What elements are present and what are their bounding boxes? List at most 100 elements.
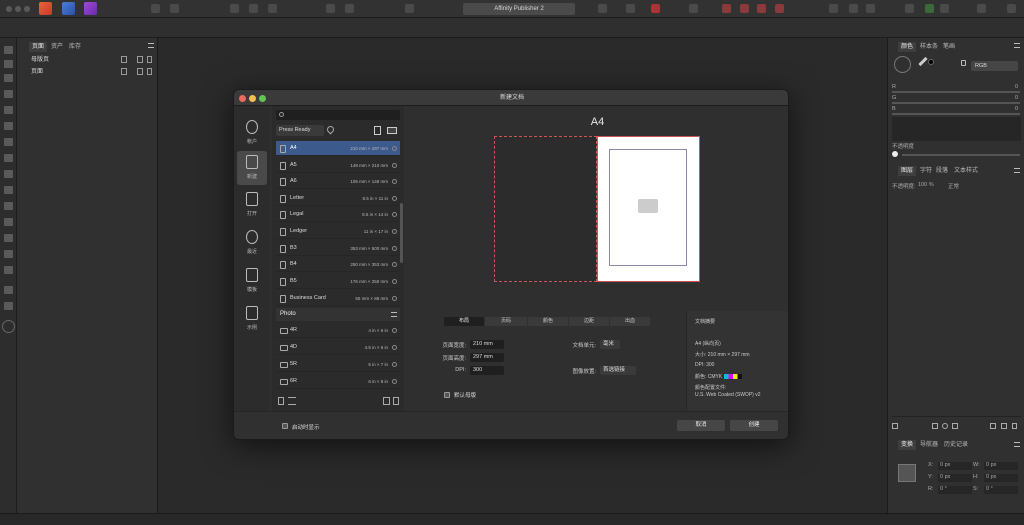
preset-item[interactable]: Legal 8.5 in × 14 in [276,207,400,222]
doc-units-select[interactable]: 毫米 [600,340,620,349]
frame-text-tool-icon[interactable] [4,74,13,82]
tab-history[interactable]: 历史记录 [941,440,971,450]
close-window-button[interactable] [6,6,12,12]
preset-item[interactable]: Ledger 11 in × 17 in [276,224,400,239]
group-icon[interactable] [990,423,996,429]
boolean-icon[interactable] [775,4,784,13]
color-spectrum[interactable] [892,117,1021,141]
tab-text-styles[interactable]: 文本样式 [951,166,981,176]
tab-layout[interactable]: 布局 [444,317,484,326]
zoom-tool-icon[interactable] [4,302,13,310]
move-tool-icon[interactable] [4,46,13,54]
heart-icon[interactable] [392,345,397,350]
toolbar-icon[interactable] [905,4,914,13]
designer-persona-icon[interactable] [62,2,75,15]
preset-item[interactable]: A5 148 mm × 210 mm [276,158,400,173]
toolbar-icon[interactable] [230,4,239,13]
toolbar-icon[interactable] [689,4,698,13]
heart-icon[interactable] [392,379,397,384]
toolbar-icon[interactable] [829,4,838,13]
opacity-knob[interactable] [892,151,898,157]
tab-color[interactable]: 颜色 [528,317,568,326]
dialog-minimize-button[interactable] [249,95,256,102]
color-picker-tool-icon[interactable] [4,266,13,274]
preset-item[interactable]: 6R 6 in × 8 in [276,374,400,389]
color-swatch[interactable] [928,59,934,65]
tab-paragraph[interactable]: 段落 [933,166,951,176]
share-icon[interactable] [383,397,390,405]
panel-menu-icon[interactable] [1014,168,1020,173]
heart-icon[interactable] [392,212,397,217]
preset-search-input[interactable] [276,110,400,120]
preset-item[interactable]: Letter 8.5 in × 11 in [276,191,400,206]
page-width-field[interactable]: 210 mm [470,340,504,349]
fill-stroke-well-icon[interactable] [894,56,911,73]
pin-icon[interactable] [326,4,335,13]
heart-icon[interactable] [392,262,397,267]
preset-item[interactable]: A4 210 mm × 297 mm [276,141,400,156]
preset-scrollbar[interactable] [400,203,403,263]
toolbar-icon[interactable] [651,4,660,13]
toolbar-icon[interactable] [598,4,607,13]
heart-icon[interactable] [392,246,397,251]
eyedropper-icon[interactable] [918,56,928,67]
hand-tool-icon[interactable] [4,286,13,294]
transform-r-field[interactable]: 0 ° [938,486,972,494]
panel-menu-icon[interactable] [148,43,154,48]
favorite-heart-icon[interactable] [325,124,336,135]
channel-b-value[interactable]: 0 [988,106,1018,112]
picture-frame-tool-icon[interactable] [4,202,13,210]
artistic-text-tool-icon[interactable] [4,106,13,114]
color-model-select[interactable]: RGB [971,61,1018,71]
channel-r-value[interactable]: 0 [988,84,1018,90]
table-tool-icon[interactable] [4,90,13,98]
nav-open[interactable]: 打开 [237,188,267,222]
create-button[interactable]: 创建 [730,420,778,431]
heart-icon[interactable] [392,196,397,201]
lock-icon[interactable] [961,60,966,66]
transform-w-field[interactable]: 0 px [984,462,1018,470]
nav-templates[interactable]: 模板 [237,264,267,298]
nav-recent[interactable]: 最近 [237,226,267,260]
settings-icon[interactable] [151,4,160,13]
blend-mode-select[interactable]: 正常 [948,182,959,190]
channel-g-slider[interactable] [892,102,1020,104]
adjustment-icon[interactable] [942,423,948,429]
group-menu-icon[interactable] [391,312,397,317]
add-layer-icon[interactable] [1001,423,1007,429]
tab-stock[interactable]: 库存 [66,42,84,52]
panel-menu-icon[interactable] [1014,43,1020,48]
tab-navigator[interactable]: 导航器 [917,440,941,450]
pencil-tool-icon[interactable] [4,138,13,146]
color-wheel-icon[interactable] [2,320,15,333]
fill-tool-icon[interactable] [4,234,13,242]
dialog-zoom-button[interactable] [259,95,266,102]
heart-icon[interactable] [392,179,397,184]
rectangle-tool-icon[interactable] [4,154,13,162]
anchor-selector[interactable] [898,464,916,482]
portrait-icon[interactable] [374,126,381,135]
show-on-start-checkbox[interactable] [282,423,288,429]
mask-icon[interactable] [932,423,938,429]
preset-group-header[interactable]: Photo [276,308,400,321]
publisher-persona-icon[interactable] [39,2,52,15]
tab-page-numbering[interactable]: 页码 [485,317,527,326]
heart-icon[interactable] [392,229,397,234]
toolbar-icon[interactable] [1007,4,1016,13]
preset-item[interactable]: A6 105 mm × 148 mm [276,174,400,189]
toolbar-icon[interactable] [977,4,986,13]
heart-icon[interactable] [392,163,397,168]
cancel-button[interactable]: 取消 [677,420,725,431]
heart-icon[interactable] [392,328,397,333]
toolbar-icon[interactable] [925,4,934,13]
toolbar-icon[interactable] [345,4,354,13]
tab-margins[interactable]: 边距 [569,317,609,326]
toolbar-icon[interactable] [249,4,258,13]
add-page-icon[interactable] [121,68,127,75]
nav-new[interactable]: 新建 [237,151,267,185]
toolbar-icon[interactable] [866,4,875,13]
layer-opacity-value[interactable]: 100 % [918,182,934,188]
transform-h-field[interactable]: 0 px [984,474,1018,482]
preset-item[interactable]: 5R 5 in × 7 in [276,357,400,372]
tab-swatches[interactable]: 样本条 [917,42,941,52]
